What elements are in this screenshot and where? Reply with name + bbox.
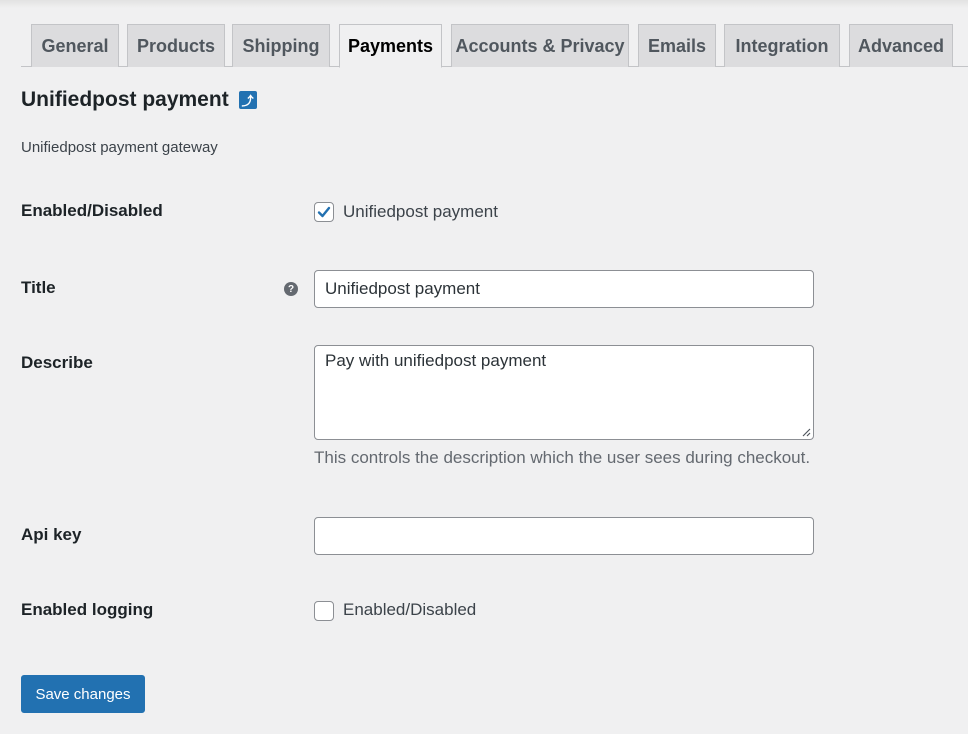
tab-accounts-privacy[interactable]: Accounts & Privacy [451,24,629,67]
tab-shipping[interactable]: Shipping [232,24,330,67]
tab-payments[interactable]: Payments [339,24,442,68]
return-arrow-icon[interactable]: ⤴ [238,91,257,109]
logging-checkbox[interactable] [314,601,334,621]
checkmark-icon [317,206,331,218]
describe-label: Describe [21,353,93,372]
tab-products[interactable]: Products [127,24,225,67]
page-title: Unifiedpost payment [21,88,229,111]
tab-emails[interactable]: Emails [638,24,716,67]
enabled-checkbox-label[interactable]: Unifiedpost payment [343,202,498,222]
api-key-label: Api key [21,525,82,544]
settings-tabs: General Products Shipping Payments Accou… [21,24,968,68]
save-button[interactable]: Save changes [21,675,145,713]
enabled-label: Enabled/Disabled [21,201,163,220]
section-subtitle: Unifiedpost payment gateway [21,139,218,156]
logging-label: Enabled logging [21,600,154,619]
logging-checkbox-label[interactable]: Enabled/Disabled [343,600,476,620]
top-shadow [0,0,968,8]
api-key-input[interactable] [314,517,814,555]
enabled-checkbox[interactable] [314,202,334,222]
describe-textarea-value: Pay with unifiedpost payment [325,351,547,370]
title-input[interactable]: Unifiedpost payment [314,270,814,308]
resize-handle-icon[interactable] [801,427,811,437]
describe-textarea[interactable]: Pay with unifiedpost payment [314,345,814,440]
tab-integration[interactable]: Integration [724,24,840,67]
describe-help-text: This controls the description which the … [314,448,811,467]
question-circle-icon[interactable]: ? [284,282,298,296]
tab-advanced[interactable]: Advanced [849,24,953,67]
title-label: Title [21,278,56,297]
section-heading: Unifiedpost payment ⤴ [21,88,257,112]
tab-general[interactable]: General [31,24,119,67]
